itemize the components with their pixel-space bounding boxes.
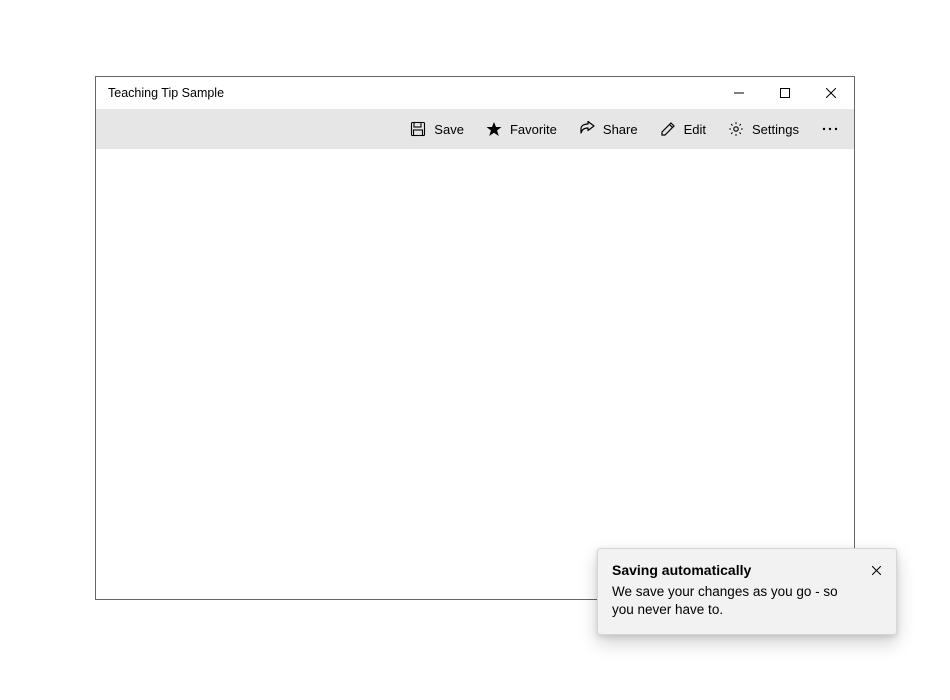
share-label: Share: [603, 122, 638, 137]
save-button[interactable]: Save: [399, 109, 475, 149]
pencil-icon: [660, 121, 676, 137]
close-button[interactable]: [808, 77, 854, 109]
save-icon: [410, 121, 426, 137]
edit-button[interactable]: Edit: [649, 109, 717, 149]
toolbar: Save Favorite Share: [96, 109, 854, 149]
ellipsis-icon: [822, 127, 838, 131]
maximize-button[interactable]: [762, 77, 808, 109]
content-area: [96, 149, 854, 599]
minimize-button[interactable]: [716, 77, 762, 109]
caption-buttons: [716, 77, 854, 109]
settings-label: Settings: [752, 122, 799, 137]
star-icon: [486, 121, 502, 137]
app-window: Teaching Tip Sample: [95, 76, 855, 600]
teaching-tip-body: We save your changes as you go - so you …: [612, 583, 862, 621]
overflow-button[interactable]: [810, 109, 850, 149]
teaching-tip-close-button[interactable]: [868, 562, 884, 578]
favorite-label: Favorite: [510, 122, 557, 137]
share-icon: [579, 121, 595, 137]
edit-label: Edit: [684, 122, 706, 137]
titlebar: Teaching Tip Sample: [96, 77, 854, 109]
window-title: Teaching Tip Sample: [108, 86, 224, 100]
close-icon: [826, 88, 836, 98]
save-label: Save: [434, 122, 464, 137]
favorite-button[interactable]: Favorite: [475, 109, 568, 149]
maximize-icon: [780, 88, 790, 98]
minimize-icon: [734, 88, 744, 98]
teaching-tip-title: Saving automatically: [612, 561, 751, 581]
share-button[interactable]: Share: [568, 109, 649, 149]
close-icon: [872, 566, 881, 575]
teaching-tip: Saving automatically We save your change…: [597, 548, 897, 635]
teaching-tip-header: Saving automatically: [612, 561, 882, 581]
gear-icon: [728, 121, 744, 137]
settings-button[interactable]: Settings: [717, 109, 810, 149]
